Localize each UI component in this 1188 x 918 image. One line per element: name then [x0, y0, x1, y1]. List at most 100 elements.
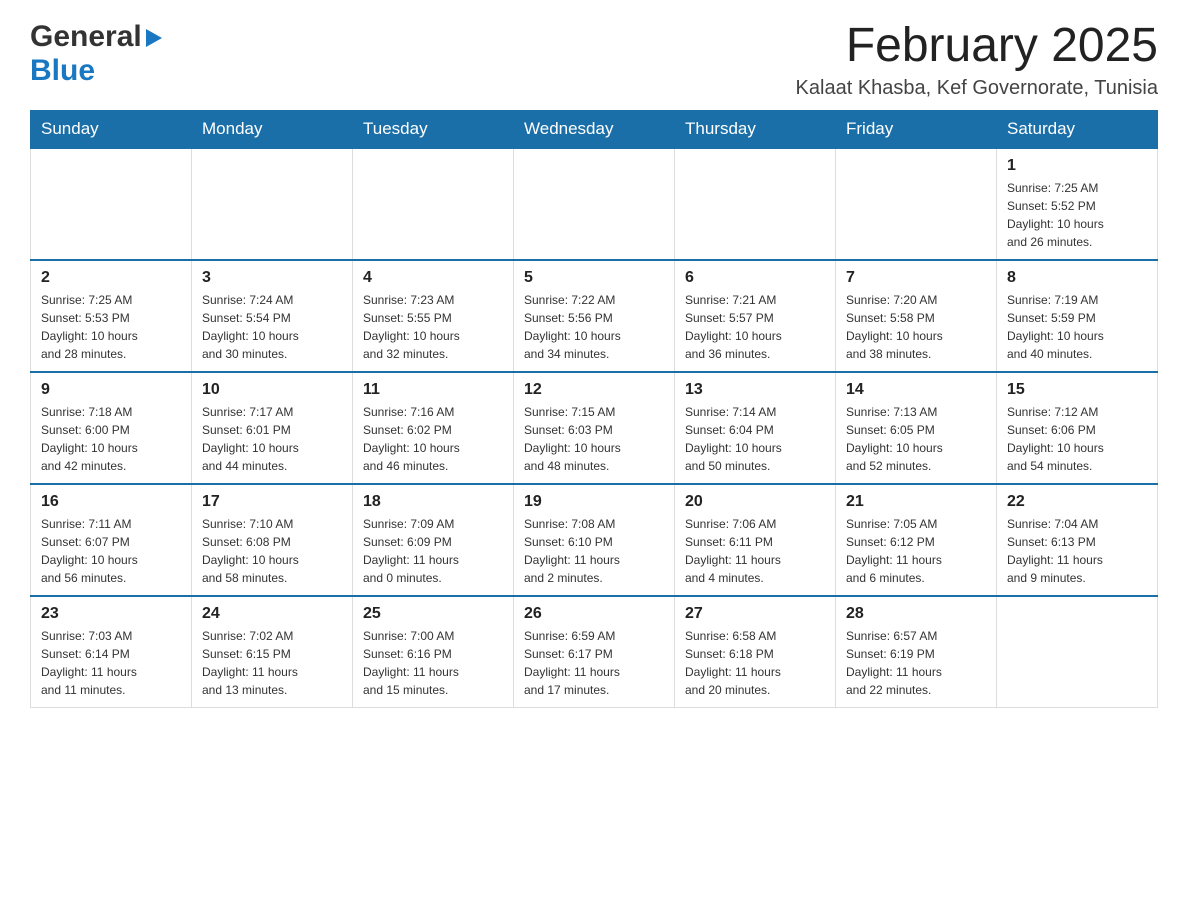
- calendar-cell: 27Sunrise: 6:58 AM Sunset: 6:18 PM Dayli…: [675, 596, 836, 708]
- day-number: 22: [1007, 493, 1147, 511]
- calendar-cell: [353, 148, 514, 260]
- day-number: 11: [363, 381, 503, 399]
- calendar-cell: 11 Sunrise: 7:16 AM Sunset: 6:02 PM Dayli…: [353, 372, 514, 484]
- calendar-cell: 15 Sunrise: 7:12 AM Sunset: 6:06 PM Dayli…: [997, 372, 1158, 484]
- day-info: Sunrise: 7:02 AM Sunset: 6:15 PM Dayligh…: [202, 627, 342, 699]
- logo-arrow-icon: [146, 29, 162, 47]
- day-number: 18: [363, 493, 503, 511]
- calendar-cell: 28 Sunrise: 6:57 AM Sunset: 6:19 PM Dayli…: [836, 596, 997, 708]
- day-info: Sunrise: 7:18 AM Sunset: 6:00 PM Dayligh…: [41, 403, 181, 475]
- day-number: 1: [1007, 157, 1147, 175]
- calendar-header-tuesday: Tuesday: [353, 110, 514, 148]
- day-number: 26: [524, 605, 664, 623]
- day-info: Sunrise: 7:25 AM Sunset: 5:52 PM Dayligh…: [1007, 179, 1147, 251]
- day-number: 23: [41, 605, 181, 623]
- day-info: Sunrise: 7:11 AM Sunset: 6:07 PM Dayligh…: [41, 515, 181, 587]
- day-number: 6: [685, 269, 825, 287]
- day-info: Sunrise: 7:19 AM Sunset: 5:59 PM Dayligh…: [1007, 291, 1147, 363]
- day-info: Sunrise: 7:04 AM Sunset: 6:13 PM Dayligh…: [1007, 515, 1147, 587]
- day-number: 14: [846, 381, 986, 399]
- day-number: 5: [524, 269, 664, 287]
- calendar-cell: 4 Sunrise: 7:23 AM Sunset: 5:55 PM Daylig…: [353, 260, 514, 372]
- calendar-header-thursday: Thursday: [675, 110, 836, 148]
- calendar-cell: 17 Sunrise: 7:10 AM Sunset: 6:08 PM Dayli…: [192, 484, 353, 596]
- day-info: Sunrise: 7:00 AM Sunset: 6:16 PM Dayligh…: [363, 627, 503, 699]
- calendar-header-saturday: Saturday: [997, 110, 1158, 148]
- calendar-cell: 14 Sunrise: 7:13 AM Sunset: 6:05 PM Dayli…: [836, 372, 997, 484]
- calendar-week-row: 23 Sunrise: 7:03 AM Sunset: 6:14 PM Dayli…: [31, 596, 1158, 708]
- calendar-cell: 12Sunrise: 7:15 AM Sunset: 6:03 PM Dayli…: [514, 372, 675, 484]
- calendar-cell: 16Sunrise: 7:11 AM Sunset: 6:07 PM Dayli…: [31, 484, 192, 596]
- day-info: Sunrise: 7:09 AM Sunset: 6:09 PM Dayligh…: [363, 515, 503, 587]
- calendar-table: SundayMondayTuesdayWednesdayThursdayFrid…: [30, 110, 1158, 708]
- day-number: 24: [202, 605, 342, 623]
- day-number: 19: [524, 493, 664, 511]
- calendar-cell: 6 Sunrise: 7:21 AM Sunset: 5:57 PM Daylig…: [675, 260, 836, 372]
- day-number: 20: [685, 493, 825, 511]
- calendar-header-row: SundayMondayTuesdayWednesdayThursdayFrid…: [31, 110, 1158, 148]
- calendar-cell: [675, 148, 836, 260]
- calendar-week-row: 1 Sunrise: 7:25 AM Sunset: 5:52 PM Daylig…: [31, 148, 1158, 260]
- calendar-cell: 10 Sunrise: 7:17 AM Sunset: 6:01 PM Dayli…: [192, 372, 353, 484]
- day-info: Sunrise: 6:57 AM Sunset: 6:19 PM Dayligh…: [846, 627, 986, 699]
- calendar-header-friday: Friday: [836, 110, 997, 148]
- calendar-cell: 21 Sunrise: 7:05 AM Sunset: 6:12 PM Dayli…: [836, 484, 997, 596]
- day-number: 21: [846, 493, 986, 511]
- calendar-header-wednesday: Wednesday: [514, 110, 675, 148]
- day-info: Sunrise: 7:05 AM Sunset: 6:12 PM Dayligh…: [846, 515, 986, 587]
- day-info: Sunrise: 7:14 AM Sunset: 6:04 PM Dayligh…: [685, 403, 825, 475]
- calendar-cell: 22 Sunrise: 7:04 AM Sunset: 6:13 PM Dayli…: [997, 484, 1158, 596]
- calendar-cell: [836, 148, 997, 260]
- day-info: Sunrise: 7:20 AM Sunset: 5:58 PM Dayligh…: [846, 291, 986, 363]
- day-info: Sunrise: 7:08 AM Sunset: 6:10 PM Dayligh…: [524, 515, 664, 587]
- page-header: General Blue February 2025 Kalaat Khasba…: [30, 20, 1158, 100]
- day-info: Sunrise: 7:21 AM Sunset: 5:57 PM Dayligh…: [685, 291, 825, 363]
- calendar-cell: 1 Sunrise: 7:25 AM Sunset: 5:52 PM Daylig…: [997, 148, 1158, 260]
- day-number: 15: [1007, 381, 1147, 399]
- day-number: 12: [524, 381, 664, 399]
- calendar-cell: 20Sunrise: 7:06 AM Sunset: 6:11 PM Dayli…: [675, 484, 836, 596]
- day-info: Sunrise: 7:17 AM Sunset: 6:01 PM Dayligh…: [202, 403, 342, 475]
- calendar-week-row: 9 Sunrise: 7:18 AM Sunset: 6:00 PM Daylig…: [31, 372, 1158, 484]
- logo-blue-text: Blue: [30, 54, 162, 88]
- calendar-cell: [514, 148, 675, 260]
- day-info: Sunrise: 7:25 AM Sunset: 5:53 PM Dayligh…: [41, 291, 181, 363]
- calendar-cell: [31, 148, 192, 260]
- calendar-cell: 7 Sunrise: 7:20 AM Sunset: 5:58 PM Daylig…: [836, 260, 997, 372]
- calendar-cell: 3 Sunrise: 7:24 AM Sunset: 5:54 PM Daylig…: [192, 260, 353, 372]
- day-number: 7: [846, 269, 986, 287]
- day-number: 25: [363, 605, 503, 623]
- calendar-header-monday: Monday: [192, 110, 353, 148]
- logo: General Blue: [30, 20, 162, 88]
- day-info: Sunrise: 6:59 AM Sunset: 6:17 PM Dayligh…: [524, 627, 664, 699]
- day-number: 8: [1007, 269, 1147, 287]
- day-info: Sunrise: 7:13 AM Sunset: 6:05 PM Dayligh…: [846, 403, 986, 475]
- calendar-cell: 9 Sunrise: 7:18 AM Sunset: 6:00 PM Daylig…: [31, 372, 192, 484]
- calendar-cell: [192, 148, 353, 260]
- calendar-cell: 18 Sunrise: 7:09 AM Sunset: 6:09 PM Dayli…: [353, 484, 514, 596]
- title-area: February 2025 Kalaat Khasba, Kef Governo…: [796, 20, 1158, 100]
- logo-general-text: General: [30, 20, 142, 54]
- calendar-header-sunday: Sunday: [31, 110, 192, 148]
- day-number: 9: [41, 381, 181, 399]
- day-info: Sunrise: 7:03 AM Sunset: 6:14 PM Dayligh…: [41, 627, 181, 699]
- day-number: 10: [202, 381, 342, 399]
- day-info: Sunrise: 7:24 AM Sunset: 5:54 PM Dayligh…: [202, 291, 342, 363]
- day-info: Sunrise: 7:12 AM Sunset: 6:06 PM Dayligh…: [1007, 403, 1147, 475]
- day-number: 4: [363, 269, 503, 287]
- day-number: 3: [202, 269, 342, 287]
- calendar-cell: 13 Sunrise: 7:14 AM Sunset: 6:04 PM Dayli…: [675, 372, 836, 484]
- day-number: 28: [846, 605, 986, 623]
- day-info: Sunrise: 7:23 AM Sunset: 5:55 PM Dayligh…: [363, 291, 503, 363]
- location-subtitle: Kalaat Khasba, Kef Governorate, Tunisia: [796, 77, 1158, 100]
- day-number: 13: [685, 381, 825, 399]
- calendar-week-row: 16Sunrise: 7:11 AM Sunset: 6:07 PM Dayli…: [31, 484, 1158, 596]
- day-info: Sunrise: 6:58 AM Sunset: 6:18 PM Dayligh…: [685, 627, 825, 699]
- calendar-cell: 25 Sunrise: 7:00 AM Sunset: 6:16 PM Dayli…: [353, 596, 514, 708]
- day-info: Sunrise: 7:22 AM Sunset: 5:56 PM Dayligh…: [524, 291, 664, 363]
- day-info: Sunrise: 7:10 AM Sunset: 6:08 PM Dayligh…: [202, 515, 342, 587]
- calendar-cell: 23 Sunrise: 7:03 AM Sunset: 6:14 PM Dayli…: [31, 596, 192, 708]
- day-number: 17: [202, 493, 342, 511]
- calendar-cell: 5 Sunrise: 7:22 AM Sunset: 5:56 PM Daylig…: [514, 260, 675, 372]
- day-info: Sunrise: 7:16 AM Sunset: 6:02 PM Dayligh…: [363, 403, 503, 475]
